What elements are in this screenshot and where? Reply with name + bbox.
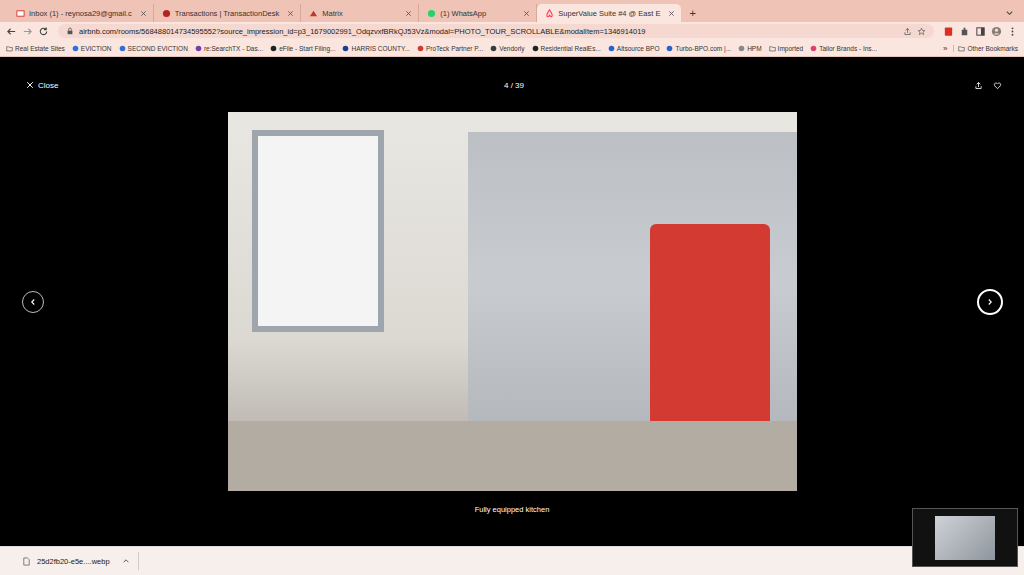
close-icon (26, 81, 34, 89)
site-favicon-icon (738, 45, 745, 52)
bookmark[interactable]: Tailor Brands - Ins... (808, 45, 879, 52)
site-favicon-icon (195, 45, 202, 52)
bookmark[interactable]: eFile - Start Filing... (268, 45, 337, 52)
download-bar: 25d2fb20-e5e....webp (0, 546, 1024, 575)
next-photo-button[interactable] (977, 289, 1003, 315)
bookmark[interactable]: re:SearchTX - Das... (193, 45, 265, 52)
site-favicon-icon (490, 45, 497, 52)
bookmark[interactable]: SECOND EVICTION (117, 45, 190, 52)
bookmark[interactable]: Real Estate Sites (4, 45, 67, 52)
bookmark[interactable]: HPM (736, 45, 763, 52)
favicon-icon (16, 9, 25, 18)
site-favicon-icon (532, 45, 539, 52)
folder-icon (769, 45, 776, 52)
site-favicon-icon (810, 45, 817, 52)
photo-tour-modal: Close4 / 39 Fully equipped kitchen (0, 57, 1024, 546)
bookmark[interactable]: HARRIS COUNTY... (340, 45, 411, 52)
video-thumbnail[interactable] (912, 508, 1018, 567)
browser-tab[interactable]: (1) WhatsApp (419, 4, 537, 22)
browser-window: Inbox (1) - reynosa29@gmail.cTransaction… (0, 0, 1024, 575)
close-tab-icon[interactable] (523, 10, 530, 17)
folder-icon (6, 45, 13, 52)
lock-icon[interactable] (66, 27, 74, 35)
favicon-icon (309, 9, 318, 18)
bookmark[interactable]: Residential RealEs... (530, 45, 603, 52)
bookmark[interactable]: Turbo-BPO.com |... (664, 45, 733, 52)
chevron-up-icon[interactable] (122, 557, 130, 565)
address-bar[interactable]: airbnb.com/rooms/568488014734595552?sour… (58, 24, 934, 38)
photo-stage (0, 112, 1024, 491)
close-tab-icon[interactable] (287, 10, 294, 17)
forward-icon[interactable] (22, 26, 33, 37)
other-bookmarks[interactable]: Other Bookmarks (953, 45, 1020, 52)
share-icon[interactable] (903, 27, 912, 36)
photo-caption: Fully equipped kitchen (0, 504, 1024, 516)
new-tab-button[interactable]: + (681, 4, 703, 22)
browser-tab[interactable]: Transactions | TransactionDesk (154, 4, 302, 22)
favicon-icon (427, 9, 436, 18)
bookmarks-overflow-button[interactable]: » (940, 44, 950, 53)
close-tab-icon[interactable] (405, 10, 412, 17)
profile-avatar-icon[interactable] (991, 26, 1002, 37)
site-favicon-icon (417, 45, 424, 52)
site-favicon-icon (608, 45, 615, 52)
file-icon (22, 557, 31, 566)
toolbar: airbnb.com/rooms/568488014734595552?sour… (0, 22, 1024, 40)
favicon-icon (545, 9, 554, 18)
bookmark[interactable]: ProTeck Partner P... (415, 45, 485, 52)
extensions-icon[interactable] (959, 26, 970, 37)
browser-tab[interactable]: SuperValue Suite #4 @ East E (537, 4, 681, 22)
chevron-right-icon (985, 297, 995, 307)
bookmark[interactable]: EVICTION (70, 45, 114, 52)
favicon-icon (162, 9, 171, 18)
bookmark[interactable]: Altsource BPO (606, 45, 662, 52)
heart-icon[interactable] (993, 81, 1002, 90)
photo-counter: 4 / 39 (504, 81, 524, 90)
kitchen-photo (228, 112, 797, 491)
tab-bar: Inbox (1) - reynosa29@gmail.cTransaction… (0, 0, 1024, 22)
menu-icon[interactable] (1007, 26, 1018, 37)
site-favicon-icon (342, 45, 349, 52)
reload-icon[interactable] (38, 26, 49, 37)
back-icon[interactable] (6, 26, 17, 37)
browser-tab[interactable]: Inbox (1) - reynosa29@gmail.c (8, 4, 154, 22)
browser-tab[interactable]: Matrix (301, 4, 419, 22)
star-icon[interactable] (917, 27, 926, 36)
close-button[interactable]: Close (26, 81, 504, 90)
bookmarks-bar: Real Estate SitesEVICTIONSECOND EVICTION… (0, 40, 1024, 57)
folder-icon (958, 45, 965, 52)
chevron-down-icon[interactable] (1005, 8, 1014, 17)
site-favicon-icon (666, 45, 673, 52)
site-favicon-icon (270, 45, 277, 52)
download-item[interactable]: 25d2fb20-e5e....webp (8, 552, 139, 570)
bookmark[interactable]: Imported (767, 45, 806, 52)
chevron-left-icon (28, 297, 38, 307)
site-favicon-icon (72, 45, 79, 52)
share-icon[interactable] (974, 81, 983, 90)
close-tab-icon[interactable] (668, 10, 675, 17)
previous-photo-button[interactable] (22, 291, 44, 313)
pdf-extension-icon[interactable] (943, 26, 954, 37)
site-favicon-icon (119, 45, 126, 52)
bookmark[interactable]: Vendorly (488, 45, 526, 52)
sidepanel-icon[interactable] (975, 26, 986, 37)
modal-header: Close4 / 39 (0, 77, 1024, 93)
close-tab-icon[interactable] (140, 10, 147, 17)
